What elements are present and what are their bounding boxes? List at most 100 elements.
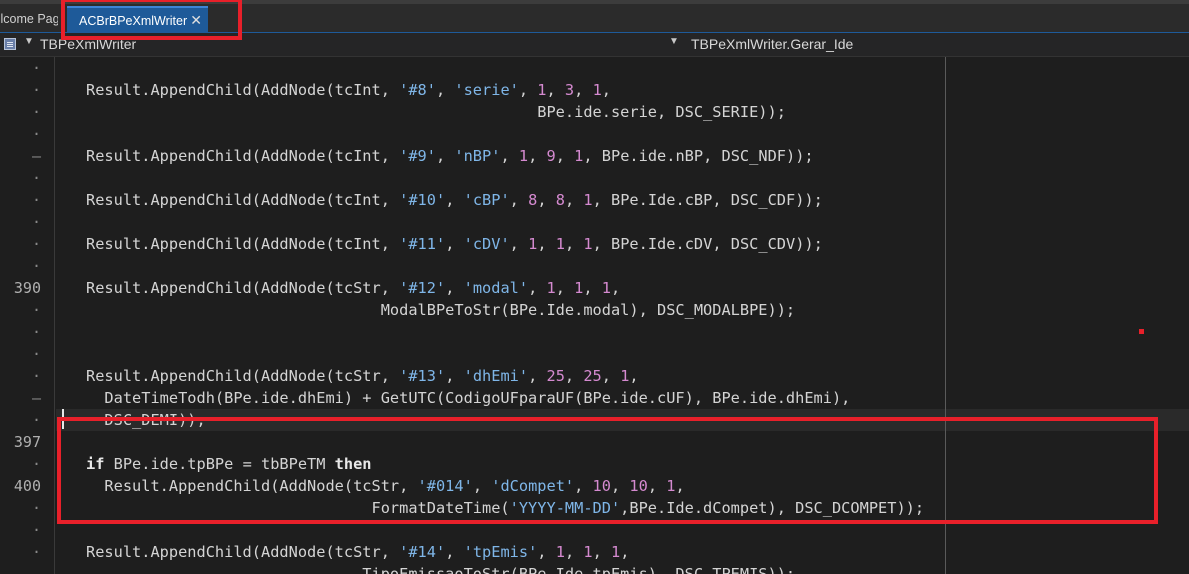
code-token: '#8'	[399, 81, 436, 99]
code-line[interactable]: TipoEmissaoToStr(BPe.Ide.tpEmis), DSC_TP…	[86, 563, 924, 574]
line-marker: ·	[31, 191, 41, 209]
code-line[interactable]: BPe.ide.serie, DSC_SERIE));	[86, 101, 924, 123]
code-token: ,	[528, 147, 547, 165]
code-line[interactable]	[86, 167, 924, 189]
code-line[interactable]: Result.AppendChild(AddNode(tcStr, '#12',…	[86, 277, 924, 299]
code-token: ,	[435, 147, 455, 165]
code-token: ,	[574, 81, 593, 99]
code-token: 'dhEmi'	[463, 367, 529, 385]
code-token: ,	[629, 367, 639, 385]
line-marker: –	[31, 147, 41, 165]
line-number: 397	[13, 433, 41, 451]
code-token: ,	[611, 279, 621, 297]
code-token: 'modal'	[463, 279, 529, 297]
line-marker: –	[31, 389, 41, 407]
code-line[interactable]	[86, 343, 924, 365]
code-token: ,	[518, 81, 538, 99]
code-token: ,	[528, 367, 547, 385]
code-line[interactable]: ModalBPeToStr(BPe.Ide.modal), DSC_MODALB…	[86, 299, 924, 321]
line-marker: ·	[31, 411, 41, 429]
code-line[interactable]: Result.AppendChild(AddNode(tcInt, '#9' , …	[86, 145, 924, 167]
code-token: ModalBPeToStr(BPe.Ide.modal), DSC_MODALB…	[86, 301, 796, 319]
code-token: '#11'	[399, 235, 446, 253]
code-token: 1	[583, 543, 593, 561]
code-token: ,	[509, 235, 529, 253]
code-token: 3	[564, 81, 575, 99]
tab-label: Welcome Page	[0, 12, 58, 26]
code-token: 1	[583, 235, 593, 253]
code-token: Result.AppendChild(AddNode(tcInt,	[86, 191, 400, 209]
line-marker: ·	[31, 367, 41, 385]
line-marker: ·	[31, 455, 41, 473]
code-line[interactable]	[86, 255, 924, 277]
code-line[interactable]: Result.AppendChild(AddNode(tcStr, '#13',…	[86, 365, 924, 387]
unit-icon[interactable]	[4, 38, 16, 50]
code-token: ,	[445, 279, 464, 297]
code-token: 9	[546, 147, 556, 165]
code-line[interactable]	[86, 211, 924, 233]
code-token: , BPe.ide.nBP, DSC_NDF));	[583, 147, 814, 165]
code-token: 1	[583, 191, 593, 209]
code-token: 8	[528, 191, 538, 209]
code-token: ,	[592, 543, 611, 561]
code-token: ,	[509, 191, 529, 209]
code-token: ,	[445, 543, 464, 561]
code-line[interactable]: Result.AppendChild(AddNode(tcInt, '#11',…	[86, 233, 924, 255]
code-line[interactable]: DateTimeTodh(BPe.ide.dhEmi) + GetUTC(Cod…	[86, 387, 924, 409]
code-line[interactable]: Result.AppendChild(AddNode(tcStr, '#14',…	[86, 541, 924, 563]
code-token: Result.AppendChild(AddNode(tcStr,	[86, 279, 400, 297]
code-token: ,	[445, 191, 464, 209]
code-token: 25	[583, 367, 602, 385]
code-line[interactable]	[86, 123, 924, 145]
line-marker: ·	[31, 235, 41, 253]
annotation-dot	[1139, 329, 1144, 334]
line-number: 400	[13, 477, 41, 495]
code-token: Result.AppendChild(AddNode(tcStr,	[86, 367, 400, 385]
code-token: ,	[601, 367, 621, 385]
code-token: 1	[537, 81, 547, 99]
code-token: , BPe.Ide.cBP, DSC_CDF));	[592, 191, 823, 209]
code-token: 1	[528, 235, 538, 253]
code-token: 25	[546, 367, 565, 385]
code-line[interactable]: Result.AppendChild(AddNode(tcInt, '#8', …	[86, 79, 924, 101]
code-token: '#9'	[399, 147, 436, 165]
code-token: 1	[555, 235, 565, 253]
code-token: ,	[445, 235, 464, 253]
code-token: BPe.ide.serie, DSC_SERIE));	[86, 103, 786, 121]
code-token: ,	[500, 147, 519, 165]
line-marker: ·	[31, 323, 41, 341]
gutter-separator	[54, 57, 55, 574]
code-token: ,	[620, 543, 630, 561]
code-token: Result.AppendChild(AddNode(tcInt,	[86, 147, 400, 165]
annotation-box-tab	[61, 0, 242, 40]
code-token: ,	[528, 279, 547, 297]
code-token: 'cBP'	[463, 191, 510, 209]
line-marker: ·	[31, 103, 41, 121]
line-marker: ·	[31, 521, 41, 539]
chevron-down-icon[interactable]: ▼	[24, 36, 34, 47]
code-token: 1	[592, 81, 602, 99]
code-line[interactable]	[86, 57, 924, 79]
code-token: ,	[546, 81, 565, 99]
code-token: ,	[601, 81, 611, 99]
code-token: ,	[555, 279, 575, 297]
code-line[interactable]: Result.AppendChild(AddNode(tcInt, '#10',…	[86, 189, 924, 211]
code-token: DateTimeTodh(BPe.ide.dhEmi) + GetUTC(Cod…	[86, 389, 851, 407]
tab-welcome-page[interactable]: Welcome Page	[0, 6, 58, 32]
line-marker: ·	[31, 301, 41, 319]
code-token: '#13'	[399, 367, 446, 385]
code-token: ,	[537, 191, 556, 209]
annotation-box-code	[57, 417, 1158, 524]
chevron-down-icon[interactable]: ▼	[669, 36, 679, 47]
line-marker: ·	[31, 499, 41, 517]
code-token: ,	[564, 367, 584, 385]
line-number-gutter[interactable]: · · · · – · · · · · 390 · · · · – · 397 · 400 · · ·	[0, 57, 56, 574]
code-line[interactable]	[86, 321, 924, 343]
code-token: 1	[574, 279, 584, 297]
code-token: 'nBP'	[454, 147, 501, 165]
method-selector[interactable]: TBPeXmlWriter.Gerar_Ide	[691, 36, 853, 52]
code-token: ,	[445, 367, 464, 385]
code-token: ,	[564, 191, 584, 209]
line-marker: ·	[31, 543, 41, 561]
code-token: 1	[546, 279, 556, 297]
